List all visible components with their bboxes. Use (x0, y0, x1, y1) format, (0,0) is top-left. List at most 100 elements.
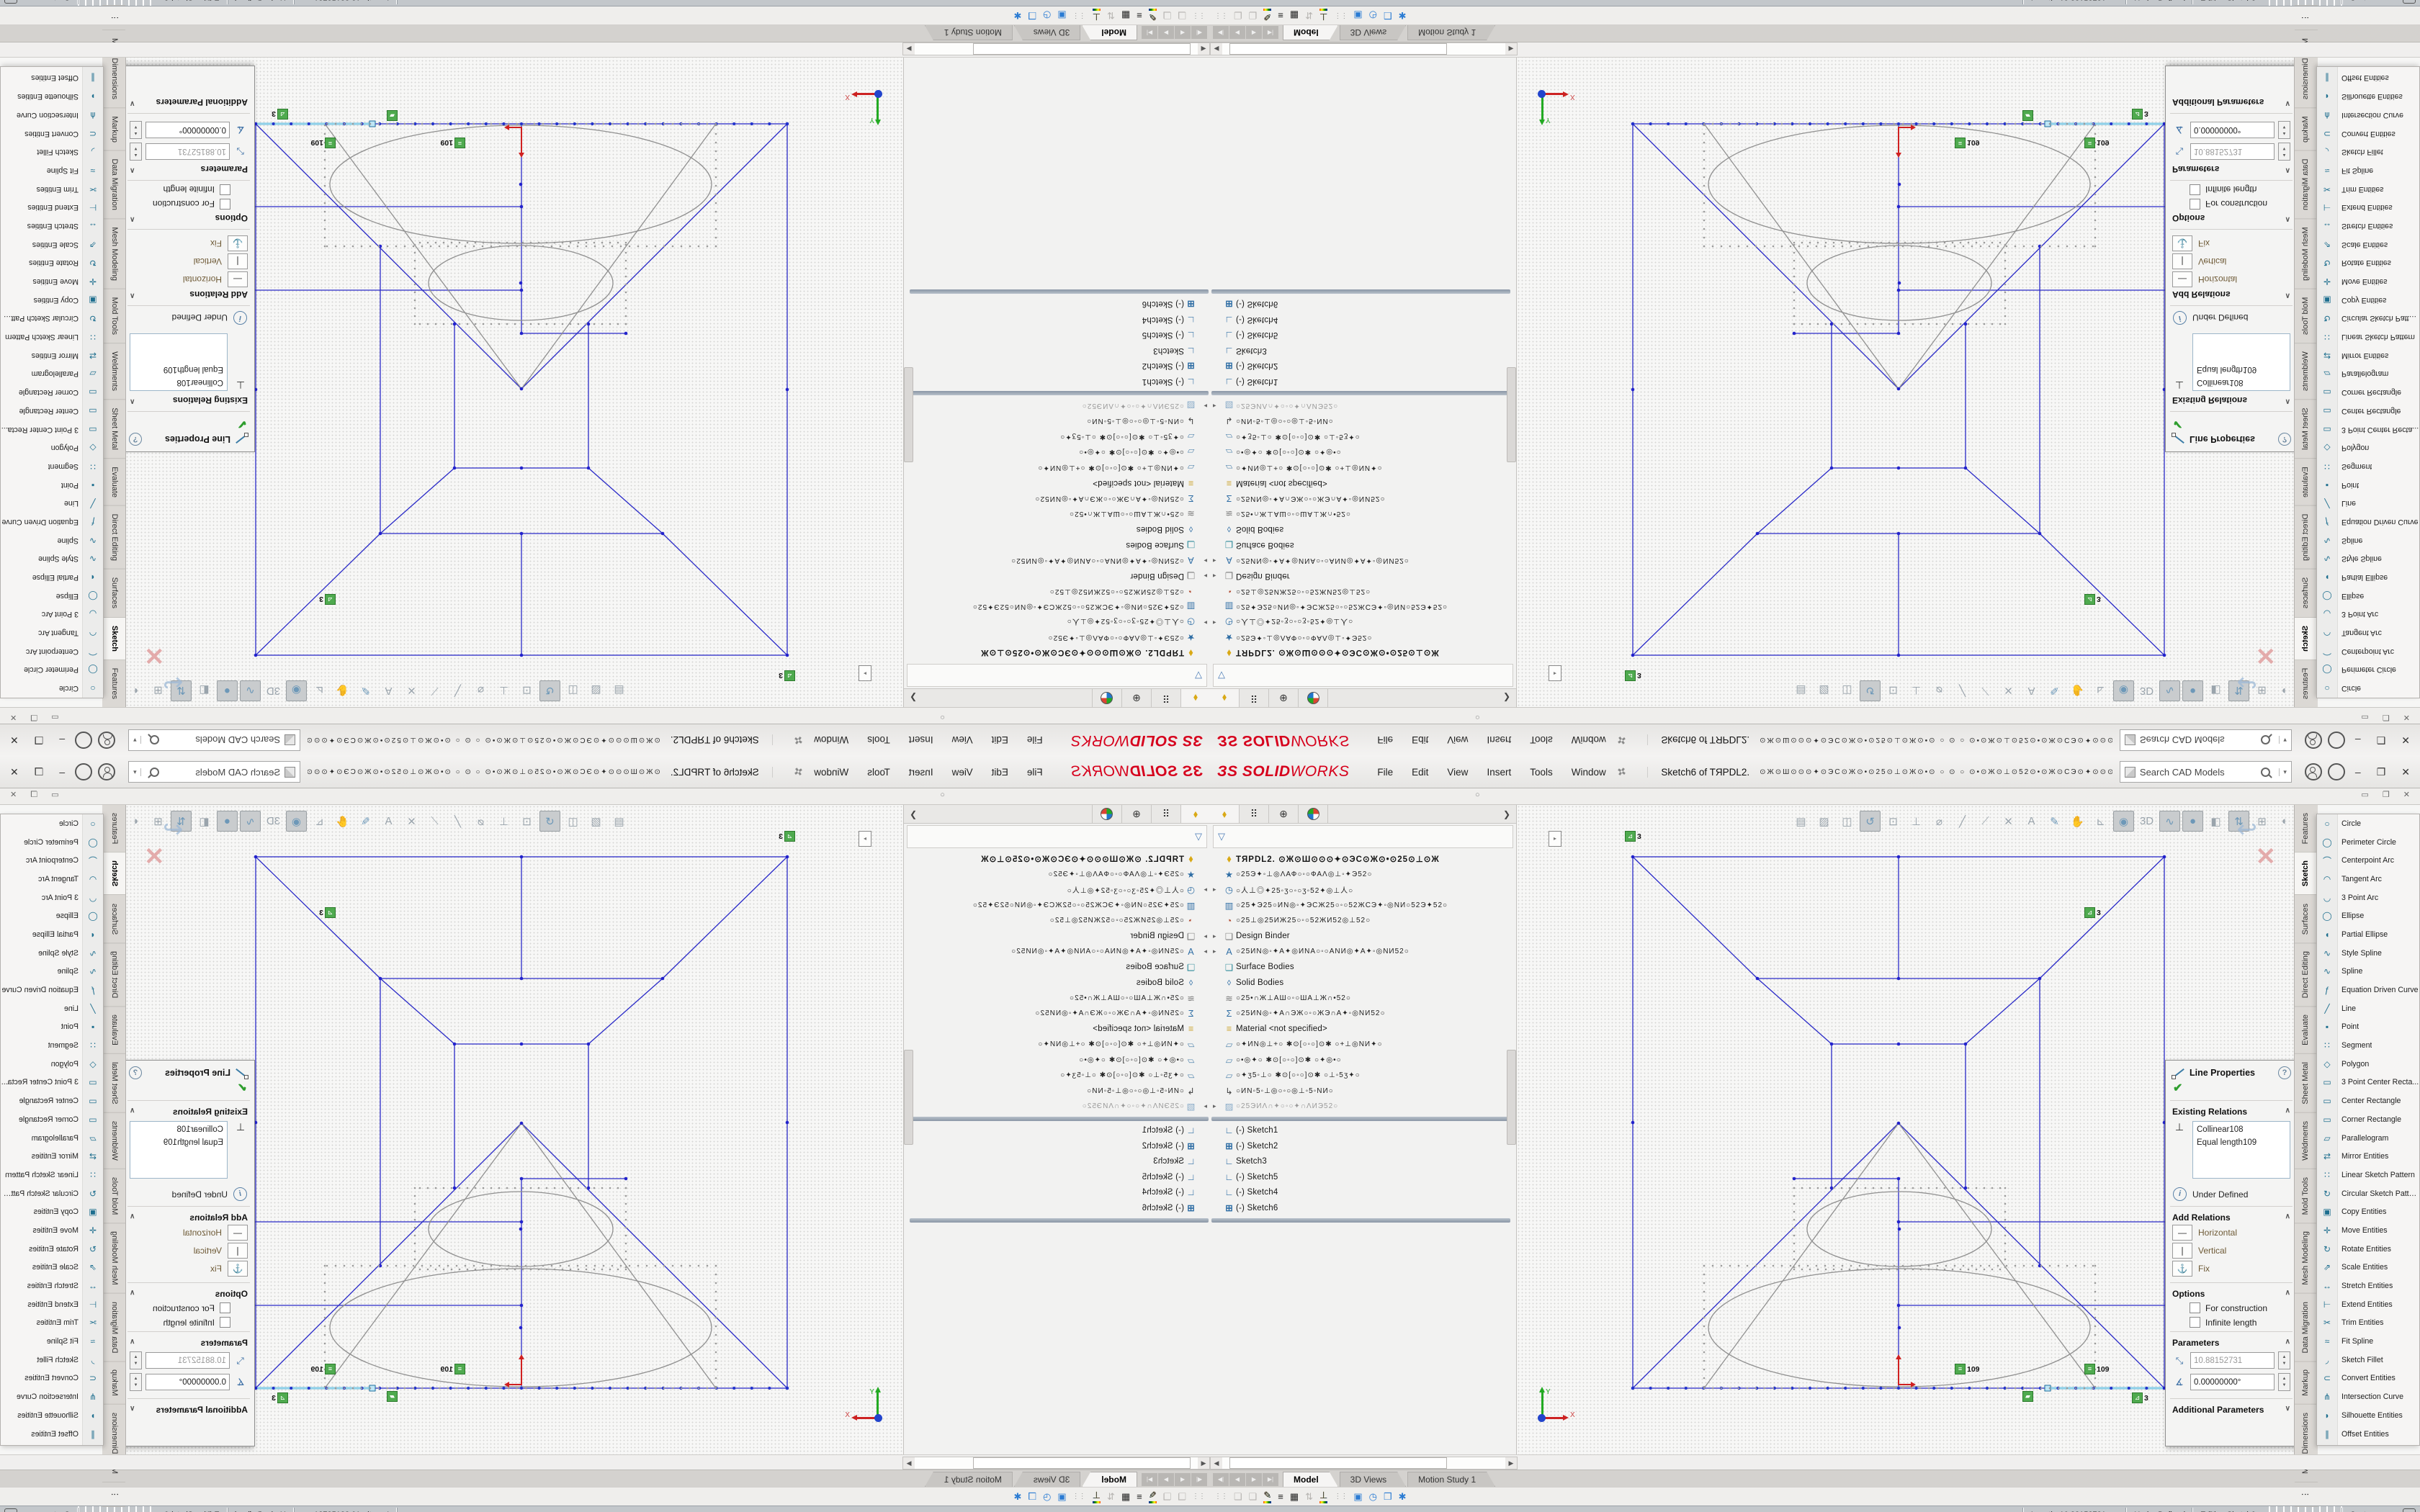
view-tool-icon[interactable]: ▨ (586, 811, 606, 832)
view-tool-icon[interactable]: ∿ (240, 811, 261, 832)
motion-tool-icon[interactable]: ⋮⋮ (1214, 12, 1227, 19)
help-icon[interactable] (75, 732, 92, 749)
expander-icon[interactable]: ▸ (1213, 618, 1222, 626)
menu-entry[interactable]: ⇄ Mirror Entities (2317, 1147, 2419, 1166)
ok-check-icon[interactable]: ✔ (2166, 414, 2297, 431)
menu-entry[interactable]: ∷ Segment (2317, 457, 2419, 476)
menu-entry[interactable]: ⋔ Intersection Curve (1, 106, 103, 125)
view-tool-icon[interactable]: ✎ (2044, 680, 2065, 701)
menu-entry[interactable]: ▣ Copy Entities (2317, 291, 2419, 310)
motion-tool-icon[interactable]: ◷ (1369, 10, 1377, 22)
menu-entry[interactable]: ⊢ Extend Entities (1, 1295, 103, 1314)
tree-item[interactable]: ▸ A ○25ИN◎◦✦А✦◎ИNА○◦○АNИ◎✦А✦◦◎NИ52○ (904, 553, 1210, 569)
menu-entry[interactable]: ∷ Linear Sketch Pattern (1, 328, 103, 346)
view-tool-icon[interactable]: A (2021, 680, 2042, 701)
menu-entry[interactable]: ◯ Ellipse (2317, 906, 2419, 925)
view-tool-icon[interactable]: ↺ (539, 680, 560, 701)
tree-item[interactable]: ▥ ○25✦Э25○ИN◎◦✦ЭCЖ25○◦○52ЖCЭ✦◦◎NИ○52Э✦52… (1210, 599, 1516, 615)
view-tool-icon[interactable]: ● (217, 680, 238, 701)
motion-tool-icon[interactable]: ❏ (1234, 1491, 1242, 1503)
menu-entry[interactable]: ≈ Fit Spline (1, 1332, 103, 1351)
tree-item[interactable]: ▸ ◷ ○人⊥◎✦25◦ʒ○◦○ʒ◦52✦◎⊥人○ (1210, 882, 1516, 898)
view-tool-icon[interactable]: ◐ (125, 680, 145, 701)
command-tab[interactable]: Sketch (102, 852, 125, 895)
menu-entry[interactable]: ▣ Copy Entities (1, 291, 103, 310)
command-tab[interactable]: MBD Dimensions (102, 1405, 125, 1482)
tree-item[interactable]: ▸ ◷ ○人⊥◎✦25◦ʒ○◦○ʒ◦52✦◎⊥人○ (1210, 615, 1516, 631)
view-tool-icon[interactable]: ⊥ (1906, 680, 1927, 701)
tree-item[interactable]: ⊞ (-) Sketch2 (1210, 359, 1516, 374)
tree-item[interactable]: ↳ ○ИN◦5◦⊥◎○◦○◎⊥◦5◦NИ○ (1210, 413, 1516, 429)
checkbox[interactable] (2190, 1302, 2200, 1313)
expander-icon[interactable]: ▸ (1198, 618, 1207, 626)
option-checkbox-row[interactable]: Infinite length (130, 1317, 230, 1328)
menu-entry[interactable]: ◇ Polygon (1, 1055, 103, 1074)
panel-help-icon[interactable]: ? (129, 433, 142, 446)
study-tab[interactable]: Motion Study 1 (1407, 25, 1495, 40)
menu-entry[interactable]: ⇄ Mirror Entities (2317, 346, 2419, 365)
menu-entry[interactable]: ⊂ Convert Entities (2317, 1369, 2419, 1388)
help-icon[interactable] (2328, 732, 2345, 749)
add-relation-button[interactable]: ⚓ Fix (130, 235, 248, 251)
command-tab[interactable]: MBD Dimensions (2295, 30, 2318, 107)
menu-entry[interactable]: ▭ Corner Rectangle (1, 383, 103, 402)
menu-entry[interactable]: ◡ 3 Point Arc (2317, 606, 2419, 624)
menu-entry[interactable]: ∷ Segment (2317, 1036, 2419, 1055)
menu-entry[interactable]: ○ Circle (1, 679, 103, 698)
view-tool-icon[interactable]: ⟋ (1975, 811, 1996, 832)
motion-tool-icon[interactable]: ⋮⋮ (1193, 12, 1206, 19)
tree-item[interactable] (910, 1117, 1209, 1121)
menu-entry[interactable]: ▱ Parallelogram (2317, 1129, 2419, 1148)
tab-nav-button[interactable]: ▶ (1246, 1473, 1262, 1486)
menu-entry[interactable]: ○ Circle (2317, 679, 2419, 698)
minimize-button[interactable]: – (2355, 734, 2361, 747)
motion-tool-icon[interactable]: ▣ (1353, 10, 1362, 22)
menu-entry[interactable]: ◠ Tangent Arc (2317, 624, 2419, 642)
command-tab[interactable]: Weldments (2295, 1113, 2318, 1169)
ok-check-icon[interactable]: ✔ (123, 1081, 254, 1098)
menu-entry[interactable]: ◠ Tangent Arc (1, 870, 103, 888)
command-tab[interactable]: MBD Dimensions (102, 30, 125, 107)
tab-configurationmanager[interactable]: ⊕ (1121, 805, 1151, 823)
command-tab[interactable]: Mesh Modeling (2295, 1223, 2318, 1294)
tree-horizontal-scrollbar[interactable]: ◀ ▶ (902, 1457, 1210, 1470)
command-tab[interactable]: Features (102, 660, 125, 707)
tree-item[interactable]: Σ ○25ИN◎◦✦А∩ЭЖ○◦○ЖЭ∩А✦◦◎NИ52○ (1210, 491, 1516, 507)
scroll-right-icon[interactable]: ▶ (1505, 1457, 1517, 1469)
search-box[interactable]: Search CAD Models ▾ (2120, 729, 2292, 751)
view-tool-icon[interactable]: ✕ (401, 811, 422, 832)
command-tab[interactable]: Sheet Metal (2295, 1054, 2318, 1113)
menu-entry[interactable]: ⊂ Convert Entities (1, 125, 103, 143)
motion-tool-icon[interactable]: ❏ (1249, 10, 1258, 22)
scroll-left-icon[interactable]: ◀ (1198, 1457, 1209, 1469)
relations-listbox[interactable]: Collinear108Equal length109 (2192, 1121, 2290, 1179)
study-tab[interactable]: 3D Views (1340, 1472, 1406, 1487)
tree-item[interactable]: ∟ (-) Sketch5 (904, 328, 1210, 343)
menu-entry[interactable]: ◯ Ellipse (1, 587, 103, 606)
menu-entry[interactable]: ∷ Linear Sketch Pattern (2317, 1166, 2419, 1184)
tree-horizontal-scrollbar[interactable]: ◀ ▶ (902, 42, 1210, 55)
tree-item[interactable]: ★ ○25Э✦◦⊥◎ΛАФ○◦○ФАΛ◎⊥◦✦Э52○ (904, 867, 1210, 883)
menu-entry[interactable]: ↻ Circular Sketch Pattern (2317, 1184, 2419, 1203)
menu-entry[interactable]: ↻ Circular Sketch Pattern (1, 310, 103, 328)
motion-tool-icon[interactable]: ❒ (1028, 10, 1036, 22)
confirm-sketch-icon[interactable]: ↩ (2237, 815, 2258, 844)
tree-item[interactable]: ∟ (-) Sketch4 (904, 312, 1210, 328)
tree-item[interactable]: ⊞ (-) Sketch2 (904, 359, 1210, 374)
cancel-sketch-icon[interactable]: ✕ (144, 641, 165, 670)
menu-entry[interactable]: ▭ Center Rectangle (2317, 402, 2419, 420)
view-tool-icon[interactable]: ◧ (2205, 680, 2226, 701)
spinner-control[interactable]: ▲▼ (130, 143, 142, 161)
tree-scrollbar[interactable] (1507, 1050, 1516, 1145)
checkbox[interactable] (220, 199, 230, 210)
view-tool-icon[interactable]: ◫ (563, 811, 583, 832)
checkbox[interactable] (220, 1302, 230, 1313)
view-tool-icon[interactable]: ▤ (609, 680, 629, 701)
menu-entry[interactable]: ✛ Move Entities (2317, 1221, 2419, 1240)
cancel-sketch-icon[interactable]: ✕ (2256, 842, 2277, 871)
view-tool-icon[interactable]: A (378, 811, 399, 832)
relation-badge[interactable]: ⊿ 3 (319, 907, 336, 918)
tab-configurationmanager[interactable]: ⊕ (1269, 805, 1299, 823)
tab-configurationmanager[interactable]: ⊕ (1121, 689, 1151, 707)
tree-item[interactable]: ⊞ (-) Sketch2 (1210, 1138, 1516, 1154)
